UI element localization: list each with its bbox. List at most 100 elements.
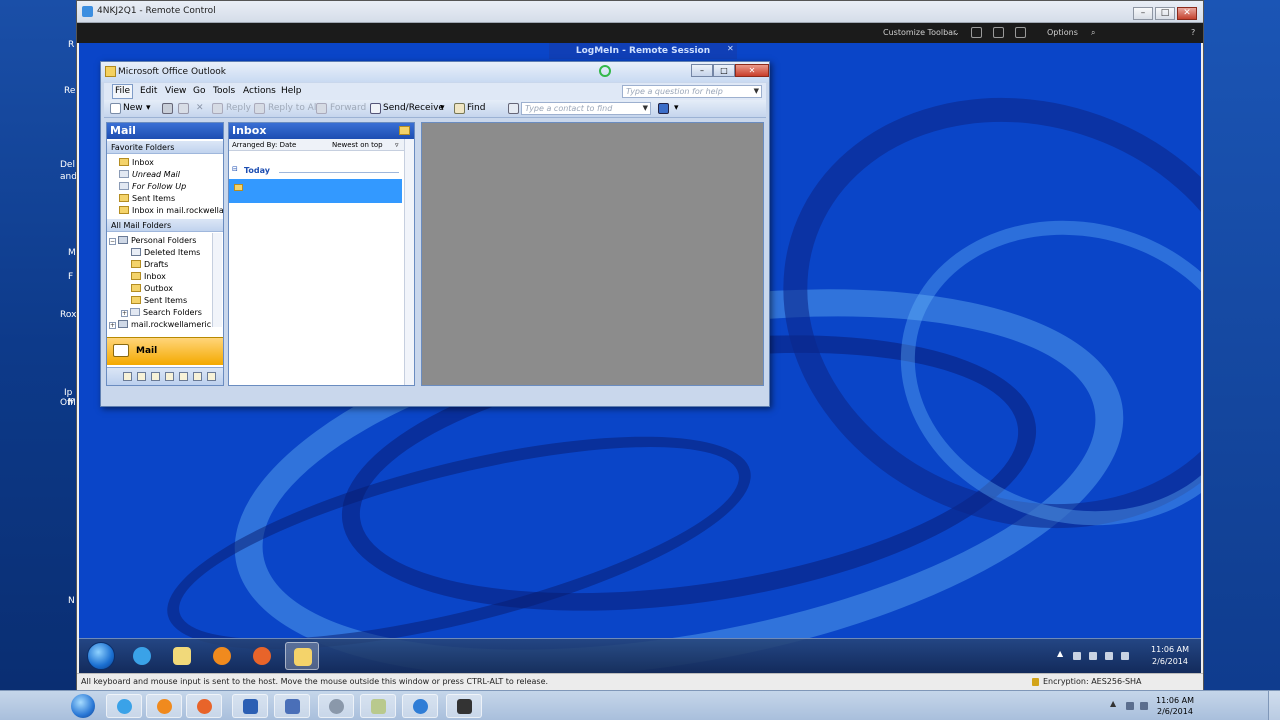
chevron-down-icon[interactable]: ▾: [146, 103, 151, 113]
favorite-folder-unread[interactable]: Unread Mail: [119, 169, 180, 180]
menu-file[interactable]: File: [112, 84, 134, 99]
maximize-button[interactable]: □: [1155, 7, 1175, 20]
flag-icon[interactable]: [1073, 652, 1081, 660]
send-receive-button[interactable]: Send/Receive: [383, 103, 444, 113]
host-taskbar-logmein[interactable]: [402, 694, 438, 718]
minimize-button[interactable]: –: [1133, 7, 1153, 20]
calendar-icon[interactable]: [123, 372, 132, 381]
folder-tree-scrollbar[interactable]: [212, 233, 222, 327]
menu-go[interactable]: Go: [193, 86, 205, 96]
tasks-icon[interactable]: [151, 372, 160, 381]
start-button[interactable]: [71, 694, 95, 718]
volume-icon[interactable]: [1140, 702, 1148, 710]
settings-icon[interactable]: [993, 27, 1004, 38]
taskbar-firefox[interactable]: [245, 642, 279, 670]
host-taskbar-ie[interactable]: [106, 694, 142, 718]
menu-tools[interactable]: Tools: [213, 86, 235, 96]
personal-folders[interactable]: − Personal Folders: [109, 235, 196, 246]
print-icon[interactable]: [162, 103, 173, 114]
sort-arrow-icon[interactable]: ▿: [395, 139, 399, 151]
favorite-folder-inbox[interactable]: Inbox: [119, 157, 154, 168]
sort-order-button[interactable]: Newest on top: [332, 139, 383, 151]
help-icon[interactable]: [658, 103, 669, 114]
folder-deleted-items[interactable]: Deleted Items: [131, 247, 200, 258]
help-search-input[interactable]: Type a question for help ▼: [622, 85, 762, 98]
reading-pane[interactable]: [421, 122, 764, 386]
chevron-down-icon[interactable]: ▾: [440, 103, 445, 113]
show-desktop-button[interactable]: [1268, 691, 1280, 720]
all-mail-folders-header[interactable]: All Mail Folders: [107, 219, 223, 232]
reply-all-button[interactable]: Reply to All: [268, 103, 319, 113]
folder-inbox[interactable]: Inbox: [131, 271, 166, 282]
folder-search-folders[interactable]: + Search Folders: [121, 307, 202, 318]
host-taskbar-chrome[interactable]: [318, 694, 354, 718]
network-icon[interactable]: [1105, 652, 1113, 660]
toolbar-options-icon[interactable]: ▾: [674, 103, 679, 113]
group-collapse-icon[interactable]: ⊟: [232, 165, 238, 173]
remote-clock[interactable]: 11:06 AM 2/6/2014: [1151, 644, 1189, 668]
mail-account-folder[interactable]: + mail.rockwellamerican.: [109, 319, 211, 330]
chevron-down-icon[interactable]: ▼: [643, 103, 648, 114]
monitor-icon[interactable]: [971, 27, 982, 38]
menu-help[interactable]: Help: [281, 86, 302, 96]
more-icon[interactable]: ?: [1191, 28, 1195, 37]
configure-buttons-icon[interactable]: [207, 372, 216, 381]
battery-icon[interactable]: [1089, 652, 1097, 660]
folder-outbox[interactable]: Outbox: [131, 283, 173, 294]
move-icon[interactable]: [178, 103, 189, 114]
mail-nav-button[interactable]: Mail: [107, 337, 223, 365]
flag-icon[interactable]: [1126, 702, 1134, 710]
chevron-down-icon[interactable]: ▼: [754, 86, 759, 97]
contact-search-input[interactable]: Type a contact to find ▼: [521, 102, 651, 115]
close-icon[interactable]: ✕: [727, 44, 734, 53]
expand-icon[interactable]: +: [109, 322, 116, 329]
search-icon[interactable]: ⌕: [1091, 28, 1095, 38]
favorite-folder-follow-up[interactable]: For Follow Up: [119, 181, 186, 192]
show-hidden-icons-icon[interactable]: ▲: [1110, 699, 1118, 708]
taskbar-media-player[interactable]: [205, 642, 239, 670]
minimize-button[interactable]: –: [691, 64, 713, 77]
address-book-icon[interactable]: [508, 103, 519, 114]
customize-toolbar-button[interactable]: Customize Toolbar: [883, 28, 956, 37]
new-button[interactable]: New: [123, 103, 143, 113]
find-button[interactable]: Find: [467, 103, 485, 113]
expand-icon[interactable]: +: [121, 310, 128, 317]
host-taskbar-media-player[interactable]: [146, 694, 182, 718]
show-hidden-icons-icon[interactable]: ▲: [1057, 649, 1065, 658]
message-list-scrollbar[interactable]: [404, 139, 414, 385]
contacts-icon[interactable]: [137, 372, 146, 381]
reply-button[interactable]: Reply: [226, 103, 251, 113]
logmein-titlebar[interactable]: 4NKJ2Q1 - Remote Control – □ ✕: [77, 1, 1203, 23]
options-button[interactable]: Options: [1047, 28, 1078, 37]
collapse-icon[interactable]: −: [109, 238, 116, 245]
menu-view[interactable]: View: [165, 86, 186, 96]
favorite-folder-sent[interactable]: Sent Items: [119, 193, 175, 204]
folder-sent-items[interactable]: Sent Items: [131, 295, 187, 306]
host-taskbar-word[interactable]: [232, 694, 268, 718]
close-button[interactable]: ✕: [735, 64, 769, 77]
host-taskbar-notes[interactable]: [360, 694, 396, 718]
chevron-down-icon[interactable]: ⌄: [953, 28, 960, 37]
favorite-folder-remote-inbox[interactable]: Inbox in mail.rockwellame: [119, 205, 223, 216]
taskbar-outlook[interactable]: [285, 642, 319, 670]
whiteboard-icon[interactable]: [1015, 27, 1026, 38]
host-clock[interactable]: 11:06 AM 2/6/2014: [1156, 695, 1194, 717]
folder-drafts[interactable]: Drafts: [131, 259, 168, 270]
message-item-selected[interactable]: [229, 179, 402, 203]
arranged-by-button[interactable]: Arranged By: Date: [232, 139, 296, 151]
delete-icon[interactable]: ✕: [196, 103, 204, 113]
menu-actions[interactable]: Actions: [243, 86, 276, 96]
volume-icon[interactable]: [1121, 652, 1129, 660]
folder-list-icon[interactable]: [179, 372, 188, 381]
forward-button[interactable]: Forward: [330, 103, 366, 113]
host-taskbar-remote[interactable]: [274, 694, 310, 718]
notes-icon[interactable]: [165, 372, 174, 381]
menu-edit[interactable]: Edit: [140, 86, 157, 96]
host-taskbar-tool[interactable]: [446, 694, 482, 718]
taskbar-explorer[interactable]: [165, 642, 199, 670]
close-button[interactable]: ✕: [1177, 7, 1197, 20]
outlook-titlebar[interactable]: Microsoft Office Outlook – □ ✕: [101, 62, 769, 82]
taskbar-ie[interactable]: [125, 642, 159, 670]
shortcuts-icon[interactable]: [193, 372, 202, 381]
favorite-folders-header[interactable]: Favorite Folders: [107, 141, 223, 154]
